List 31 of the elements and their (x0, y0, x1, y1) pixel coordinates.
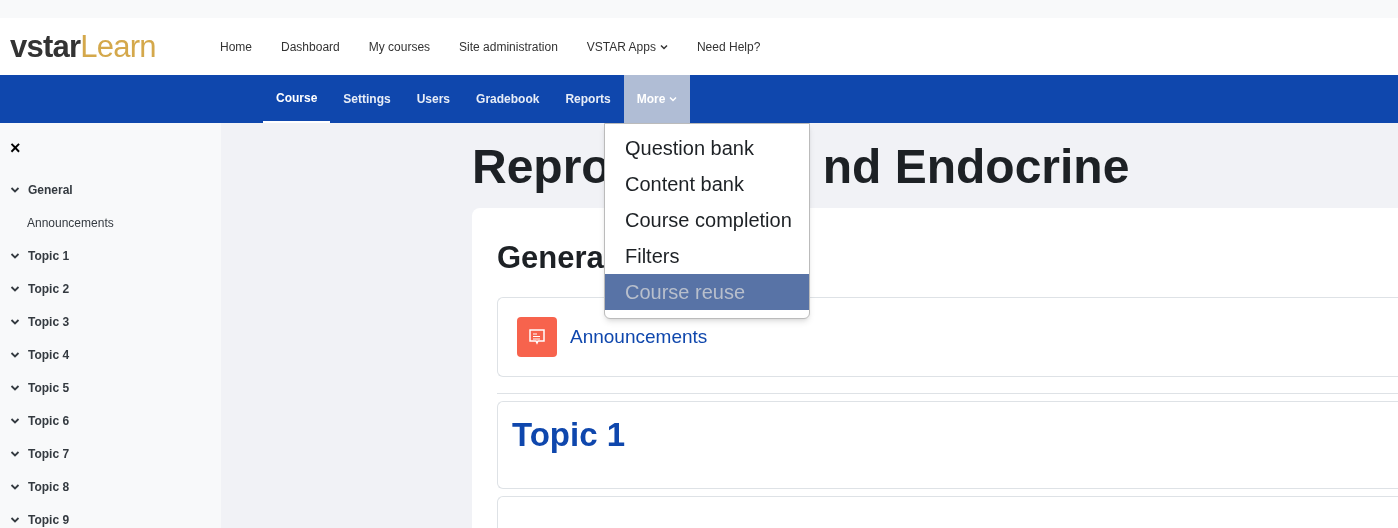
logo[interactable]: vstarLearn (10, 31, 180, 62)
page-title: nd Endocrine (822, 143, 1130, 191)
sidebar-section[interactable]: General (28, 180, 73, 199)
nav-link[interactable]: VSTAR Apps (586, 37, 668, 56)
nav-link[interactable]: Site administration (459, 37, 558, 56)
course-tab[interactable]: Settings (330, 75, 404, 123)
sidebar-section[interactable]: Topic 1 (28, 246, 70, 265)
close-button[interactable]: × (10, 139, 21, 157)
topic-heading[interactable]: Topic 1 (512, 416, 626, 453)
sidebar-section[interactable]: Topic 8 (28, 477, 70, 496)
course-tab[interactable]: Course (263, 75, 331, 123)
sidebar-section[interactable]: Topic 9 (28, 510, 70, 528)
sidebar-section[interactable]: Topic 4 (28, 345, 70, 364)
section-heading: Genera (497, 238, 604, 276)
sidebar-section[interactable]: Topic 6 (28, 411, 70, 430)
forum-icon (517, 317, 557, 357)
menu-item[interactable]: Filters (605, 238, 809, 274)
nav-link[interactable]: Need Help? (696, 37, 761, 56)
course-tab[interactable]: Reports (552, 75, 624, 123)
nav-link[interactable]: Home (220, 37, 252, 56)
nav-link[interactable]: My courses (368, 37, 431, 56)
sidebar-item[interactable]: Announcements (27, 213, 114, 232)
sidebar-section[interactable]: Topic 2 (28, 279, 70, 298)
sidebar-section[interactable]: Topic 7 (28, 444, 70, 463)
course-tab[interactable]: Gradebook (463, 75, 553, 123)
menu-item[interactable]: Course completion (605, 202, 809, 238)
course-tab[interactable]: Users (403, 75, 464, 123)
nav-link[interactable]: Dashboard (281, 37, 340, 56)
sidebar-section[interactable]: Topic 5 (28, 378, 70, 397)
activity-link[interactable]: Announcements (570, 322, 708, 352)
sidebar-section[interactable]: Topic 3 (28, 312, 70, 331)
